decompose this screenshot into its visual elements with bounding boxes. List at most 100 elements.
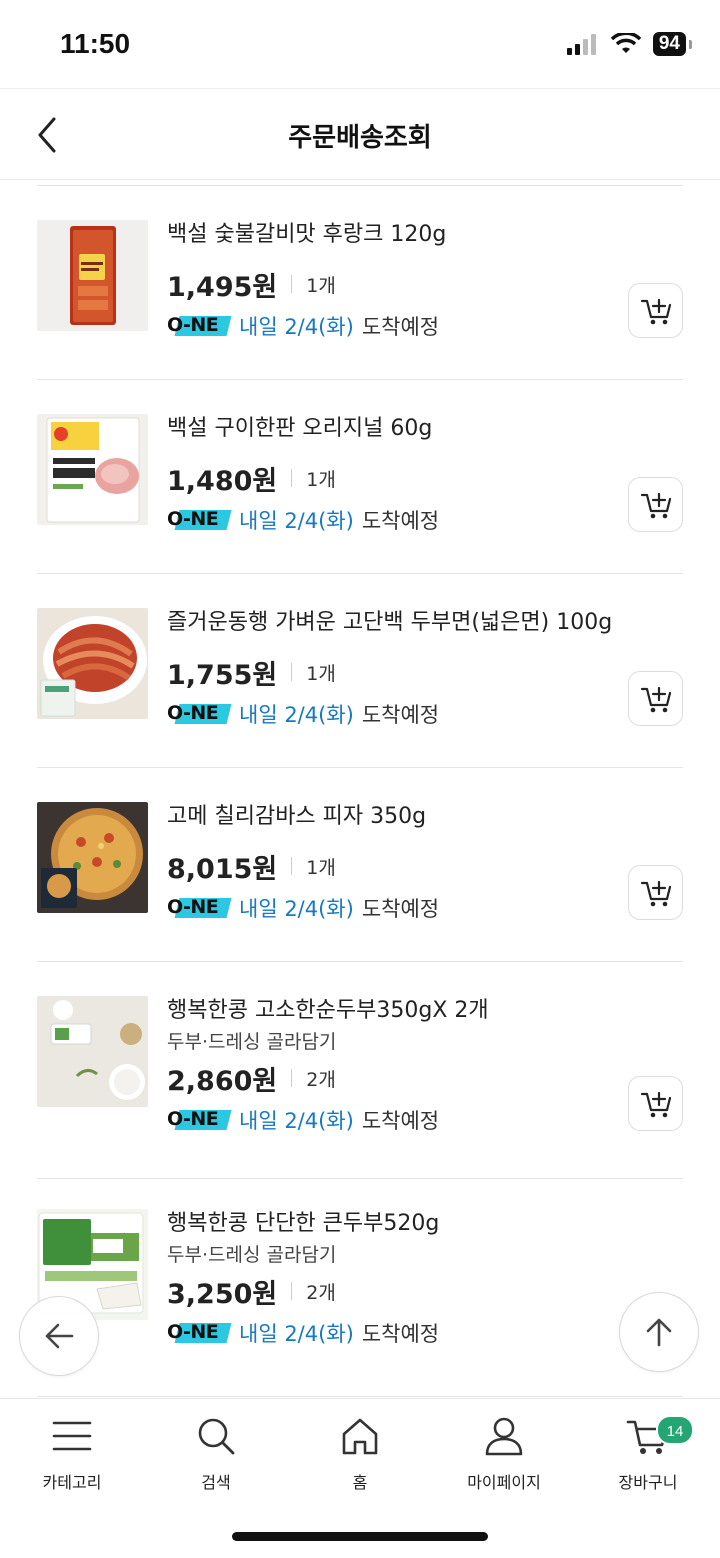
home-indicator [232,1532,488,1541]
delivery-info: O-NE 내일 2/4(화) 도착예정 [167,1315,613,1351]
product-name[interactable]: 고메 칠리감바스 피자 350g [167,802,613,832]
add-to-cart-button[interactable] [628,477,683,532]
delivery-date: 내일 2/4(화) [239,509,354,533]
add-to-cart-button[interactable] [628,865,683,920]
add-to-cart-button[interactable] [628,283,683,338]
delivery-info: O-NE 내일 2/4(화) 도착예정 [167,1102,613,1138]
product-price: 2,860원 [167,1065,278,1097]
order-item: 백설 숯불갈비맛 후랑크 120g 1,495원 1개 O-NE 내일 2/4(… [37,186,683,380]
delivery-status: 도착예정 [361,509,440,533]
delivery-info: O-NE 내일 2/4(화) 도착예정 [167,308,613,344]
order-item: 고메 칠리감바스 피자 350g 8,015원 1개 O-NE 내일 2/4(화… [37,768,683,962]
delivery-date: 내일 2/4(화) [239,1322,354,1346]
product-name[interactable]: 행복한콩 단단한 큰두부520g [167,1209,613,1239]
delivery-date: 내일 2/4(화) [239,897,354,921]
price-row: 3,250원 2개 [167,1271,613,1311]
product-quantity: 1개 [306,468,336,491]
item-info: 백설 구이한판 오리지널 60g 1,480원 1개 O-NE 내일 2/4(화… [167,414,613,538]
nav-label: 카테고리 [42,1473,102,1492]
divider [291,1282,293,1300]
one-delivery-logo: O-NE [167,702,232,725]
item-info: 고메 칠리감바스 피자 350g 8,015원 1개 O-NE 내일 2/4(화… [167,802,613,926]
divider [291,663,293,681]
signal-icon [566,34,596,55]
nav-search[interactable]: 검색 [144,1411,288,1493]
nav-home[interactable]: 홈 [288,1411,432,1493]
product-image[interactable] [37,608,148,719]
price-row: 8,015원 1개 [167,846,613,886]
item-info: 즐거운동행 가벼운 고단백 두부면(넓은면) 100g 1,755원 1개 O-… [167,608,613,732]
product-name[interactable]: 즐거운동행 가벼운 고단백 두부면(넓은면) 100g [167,608,613,638]
price-row: 1,755원 1개 [167,652,613,692]
delivery-info: O-NE 내일 2/4(화) 도착예정 [167,890,613,926]
delivery-info: O-NE 내일 2/4(화) 도착예정 [167,696,613,732]
delivery-info: O-NE 내일 2/4(화) 도착예정 [167,502,613,538]
product-thumbnail-sausage [37,220,148,331]
product-quantity: 1개 [306,274,336,297]
delivery-status: 도착예정 [361,315,440,339]
product-thumbnail-noodle [37,608,148,719]
page-header: 주문배송조회 [0,88,720,180]
nav-label: 장바구니 [618,1473,678,1492]
divider [291,275,293,293]
item-info: 행복한콩 단단한 큰두부520g 두부·드레싱 골라담기 3,250원 2개 O… [167,1209,613,1351]
nav-cart[interactable]: 14 장바구니 [576,1411,720,1493]
product-option: 두부·드레싱 골라담기 [167,1031,337,1053]
product-image[interactable] [37,802,148,913]
scroll-to-top-button[interactable] [619,1292,699,1372]
product-quantity: 1개 [306,856,336,879]
cart-plus-icon [640,492,671,518]
product-thumbnail-ham [37,414,148,525]
delivery-date: 내일 2/4(화) [239,315,354,339]
nav-label: 마이페이지 [467,1473,541,1492]
one-delivery-logo: O-NE [167,1321,232,1344]
product-name[interactable]: 행복한콩 고소한순두부350gX 2개 [167,996,613,1026]
status-bar: 11:50 94 [0,0,720,88]
product-image[interactable] [37,220,148,331]
add-to-cart-button[interactable] [628,671,683,726]
arrow-left-icon [45,1323,74,1349]
product-option: 두부·드레싱 골라담기 [167,1244,337,1266]
product-quantity: 2개 [306,1281,336,1304]
product-price: 1,495원 [167,271,278,303]
product-price: 8,015원 [167,853,278,885]
price-row: 2,860원 2개 [167,1058,613,1098]
delivery-status: 도착예정 [361,1109,440,1133]
one-delivery-logo: O-NE [167,896,232,919]
product-image[interactable] [37,414,148,525]
add-to-cart-button[interactable] [628,1076,683,1131]
product-price: 1,755원 [167,659,278,691]
divider [291,1069,293,1087]
nav-mypage[interactable]: 마이페이지 [432,1411,576,1493]
status-time: 11:50 [60,28,131,59]
delivery-date: 내일 2/4(화) [239,703,354,727]
product-name[interactable]: 백설 숯불갈비맛 후랑크 120g [167,220,613,250]
divider [291,857,293,875]
cart-plus-icon [640,298,671,324]
product-image[interactable] [37,996,148,1107]
product-name[interactable]: 백설 구이한판 오리지널 60g [167,414,613,444]
cart-count-badge: 14 [656,1415,694,1445]
one-delivery-logo: O-NE [167,314,232,337]
previous-page-button[interactable] [19,1296,99,1376]
cart-plus-icon [640,1091,671,1117]
order-item: 즐거운동행 가벼운 고단백 두부면(넓은면) 100g 1,755원 1개 O-… [37,574,683,768]
status-indicators: 94 [566,32,693,56]
cart-icon: 14 [576,1411,720,1461]
item-info: 행복한콩 고소한순두부350gX 2개 두부·드레싱 골라담기 2,860원 2… [167,996,613,1138]
price-row: 1,495원 1개 [167,264,613,304]
user-icon [432,1411,576,1461]
one-delivery-logo: O-NE [167,1108,232,1131]
item-info: 백설 숯불갈비맛 후랑크 120g 1,495원 1개 O-NE 내일 2/4(… [167,220,613,344]
order-item-list[interactable]: 백설 숯불갈비맛 후랑크 120g 1,495원 1개 O-NE 내일 2/4(… [0,180,720,1398]
nav-label: 홈 [352,1473,368,1492]
product-thumbnail-soft-tofu [37,996,148,1107]
product-quantity: 1개 [306,662,336,685]
nav-category[interactable]: 카테고리 [0,1411,144,1493]
product-price: 1,480원 [167,465,278,497]
delivery-status: 도착예정 [361,1322,440,1346]
search-icon [144,1411,288,1461]
battery-indicator: 94 [652,32,693,56]
delivery-status: 도착예정 [361,703,440,727]
arrow-up-icon [646,1318,672,1347]
